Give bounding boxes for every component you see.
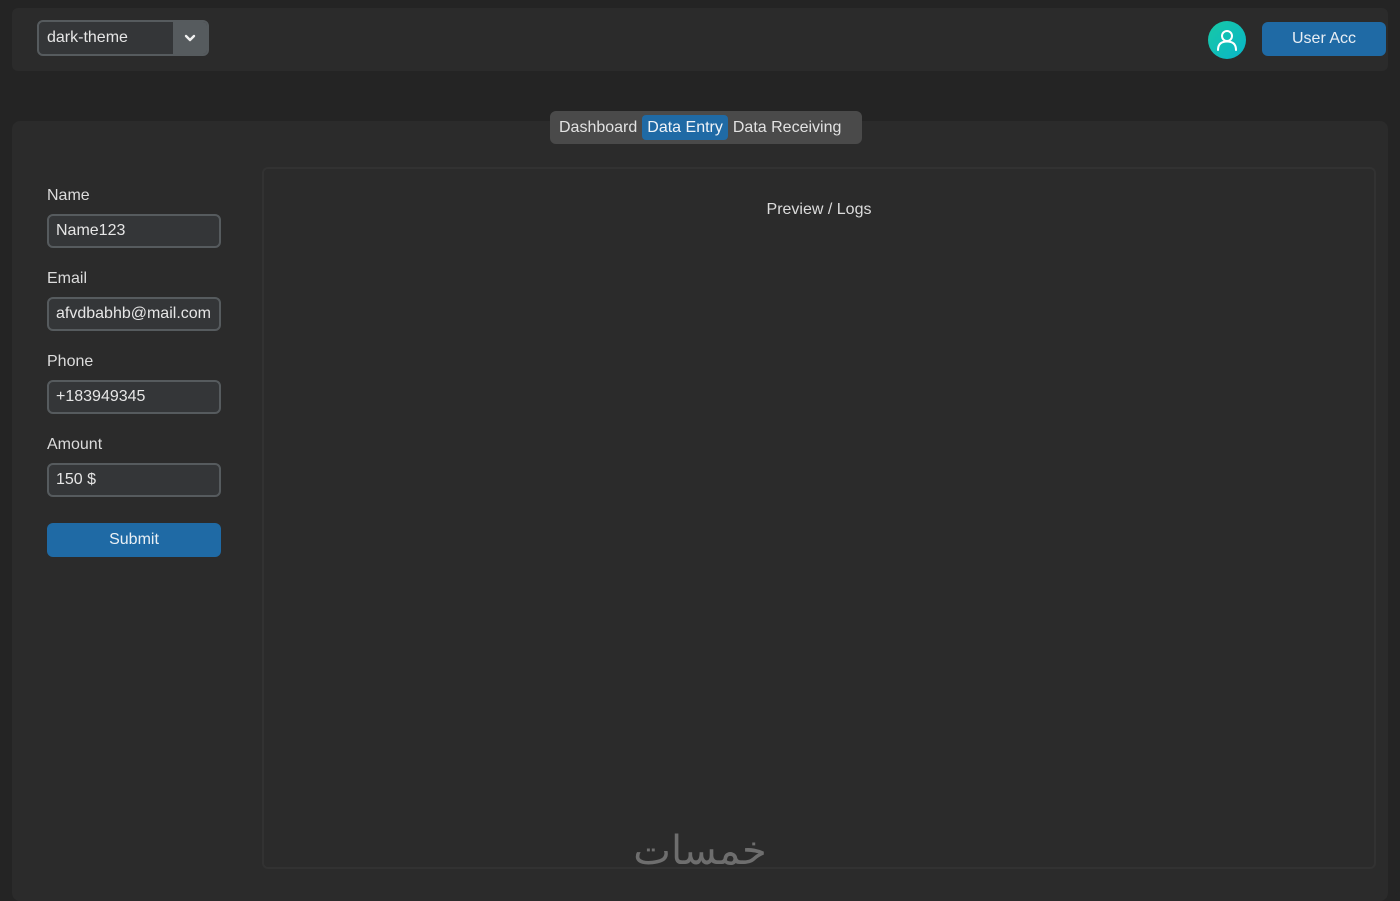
name-input[interactable] <box>47 214 221 248</box>
amount-label: Amount <box>47 436 103 453</box>
avatar[interactable] <box>1208 21 1246 59</box>
preview-title: Preview / Logs <box>766 201 872 218</box>
tab-bar: Dashboard Data Entry Data Receiving <box>550 111 862 144</box>
phone-label: Phone <box>47 353 94 370</box>
theme-select-value: dark-theme <box>47 29 128 46</box>
user-icon <box>1217 30 1237 51</box>
watermark-logo: خمسات <box>633 828 767 874</box>
preview-logs-panel: Preview / Logs <box>262 167 1376 869</box>
chevron-down-icon <box>184 34 196 42</box>
amount-input[interactable] <box>47 463 221 497</box>
email-label: Email <box>47 270 88 287</box>
tab-dashboard[interactable]: Dashboard <box>554 115 642 140</box>
top-bar: dark-theme User Acc <box>12 8 1388 71</box>
theme-select[interactable]: dark-theme <box>37 20 209 56</box>
email-input[interactable] <box>47 297 221 331</box>
submit-button[interactable]: Submit <box>47 523 221 557</box>
name-label: Name <box>47 187 90 204</box>
tab-data-receiving[interactable]: Data Receiving <box>728 115 847 140</box>
phone-input[interactable] <box>47 380 221 414</box>
tab-data-entry[interactable]: Data Entry <box>642 115 728 140</box>
user-account-button[interactable]: User Acc <box>1262 22 1386 56</box>
theme-select-arrow[interactable] <box>173 22 207 54</box>
